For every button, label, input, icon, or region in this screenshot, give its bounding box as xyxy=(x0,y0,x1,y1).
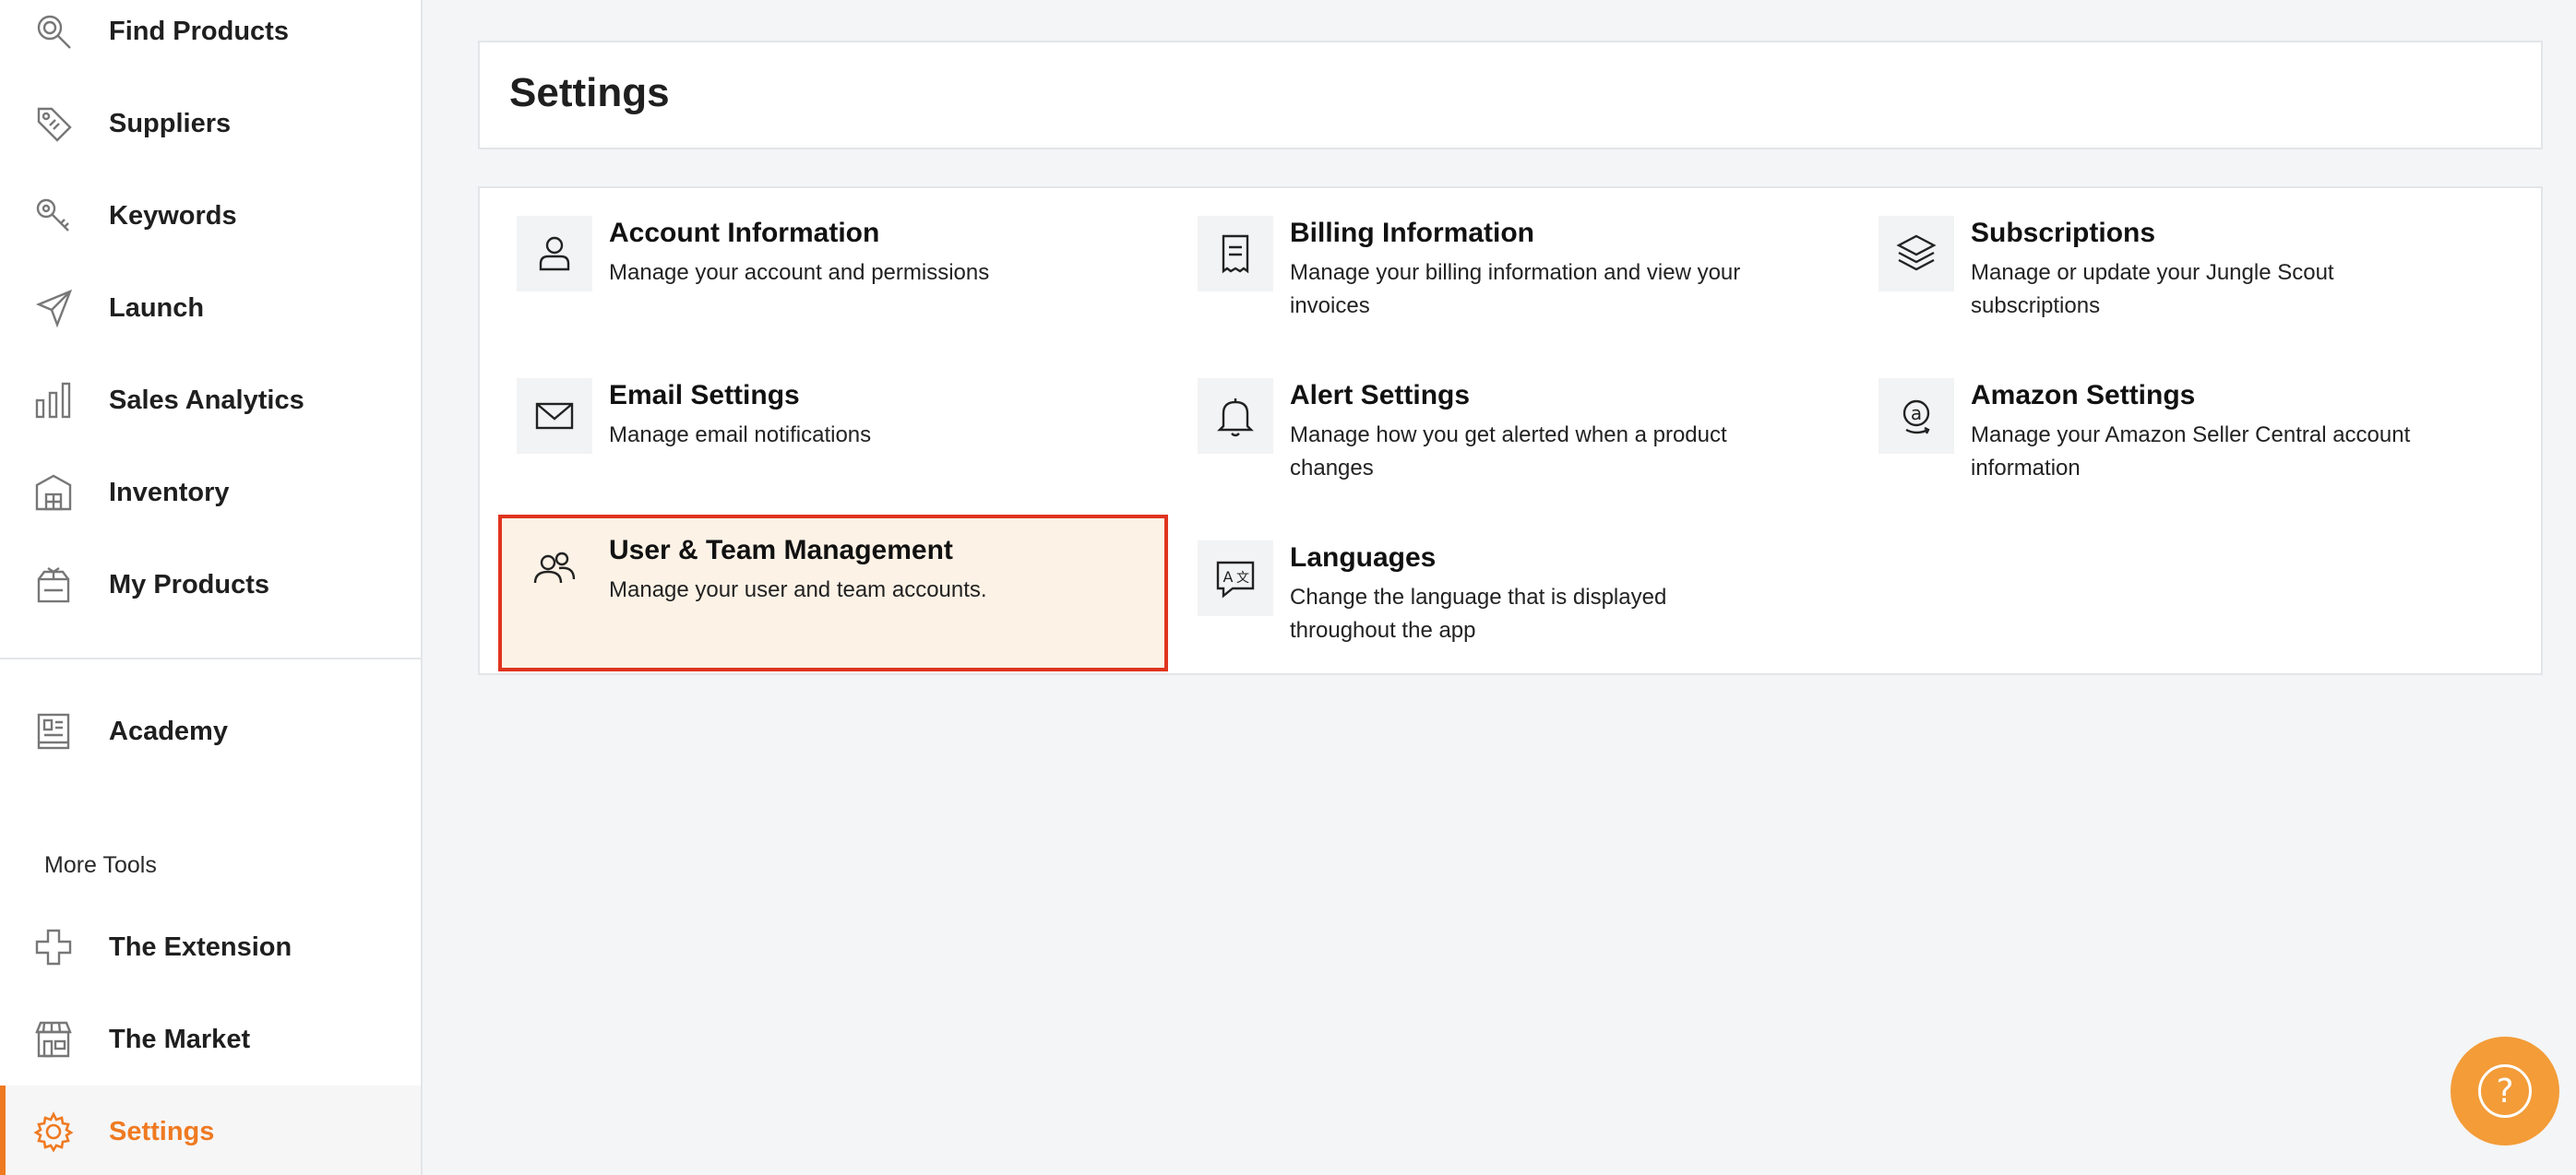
sidebar-item-find-products[interactable]: Find Products xyxy=(0,0,421,77)
setting-title: Billing Information xyxy=(1290,218,1534,248)
svg-text:A: A xyxy=(1223,568,1234,586)
question-icon: ? xyxy=(2478,1064,2532,1118)
sidebar-item-label: Sales Analytics xyxy=(109,385,304,415)
translate-icon: A文 xyxy=(1198,540,1273,616)
sidebar-item-label: Find Products xyxy=(109,16,289,46)
settings-grid: Account Information Manage your account … xyxy=(478,186,2543,675)
setting-amazon-settings[interactable]: a Amazon Settings Manage your Amazon Sel… xyxy=(1842,350,2487,489)
setting-title: Languages xyxy=(1290,542,1437,573)
sidebar-item-label: The Extension xyxy=(109,932,292,962)
storefront-icon xyxy=(31,1017,76,1062)
gear-icon xyxy=(31,1110,76,1154)
setting-subscriptions[interactable]: Subscriptions Manage or update your Jung… xyxy=(1842,188,2487,326)
sidebar-item-settings[interactable]: Settings xyxy=(0,1086,421,1175)
setting-alert-settings[interactable]: Alert Settings Manage how you get alerte… xyxy=(1161,350,1807,489)
users-icon xyxy=(517,531,592,607)
amazon-icon: a xyxy=(1878,378,1954,454)
tag-icon xyxy=(31,101,76,146)
box-icon xyxy=(31,563,76,607)
bar-chart-icon xyxy=(31,378,76,422)
sidebar-item-launch[interactable]: Launch xyxy=(0,262,421,354)
book-icon xyxy=(31,709,76,754)
sidebar-item-label: Keywords xyxy=(109,200,237,231)
setting-billing-information[interactable]: Billing Information Manage your billing … xyxy=(1161,188,1807,326)
svg-text:a: a xyxy=(1911,402,1922,424)
sidebar-item-sales-analytics[interactable]: Sales Analytics xyxy=(0,354,421,446)
setting-description: Manage your account and permissions xyxy=(609,260,990,285)
svg-text:文: 文 xyxy=(1236,571,1249,586)
setting-title: Alert Settings xyxy=(1290,380,1471,410)
setting-description: Manage email notifications xyxy=(609,422,872,447)
sidebar-item-label: Academy xyxy=(109,716,228,746)
setting-title: Amazon Settings xyxy=(1971,380,2196,410)
setting-languages[interactable]: A文 Languages Change the language that is… xyxy=(1161,513,1807,651)
setting-user-team-management[interactable]: User & Team Management Manage your user … xyxy=(498,515,1168,671)
sidebar-item-inventory[interactable]: Inventory xyxy=(0,446,421,539)
layers-icon xyxy=(1878,216,1954,291)
setting-title: User & Team Management xyxy=(609,535,953,565)
active-indicator xyxy=(0,1086,6,1175)
setting-description: Manage your billing information and view… xyxy=(1290,260,1741,318)
receipt-icon xyxy=(1198,216,1273,291)
page-header: Settings xyxy=(478,41,2543,149)
key-icon xyxy=(31,194,76,238)
sidebar-item-label: The Market xyxy=(109,1024,251,1054)
setting-title: Account Information xyxy=(609,218,880,248)
search-icon xyxy=(31,9,76,53)
sidebar-item-label: Inventory xyxy=(109,477,230,507)
setting-description: Manage your Amazon Seller Central accoun… xyxy=(1971,422,2411,481)
setting-email-settings[interactable]: Email Settings Manage email notification… xyxy=(480,350,1126,489)
help-button[interactable]: ? xyxy=(2451,1037,2559,1145)
puzzle-icon xyxy=(31,925,76,969)
sidebar-item-keywords[interactable]: Keywords xyxy=(0,170,421,262)
setting-title: Subscriptions xyxy=(1971,218,2156,248)
sidebar: Find Products Suppliers Keywords Launch … xyxy=(0,0,423,1175)
sidebar-item-the-market[interactable]: The Market xyxy=(0,993,421,1086)
setting-title: Email Settings xyxy=(609,380,800,410)
sidebar-item-academy[interactable]: Academy xyxy=(0,685,421,777)
setting-account-information[interactable]: Account Information Manage your account … xyxy=(480,188,1126,326)
bell-icon xyxy=(1198,378,1273,454)
paper-plane-icon xyxy=(31,286,76,330)
sidebar-item-label: Settings xyxy=(109,1116,215,1146)
sidebar-item-my-products[interactable]: My Products xyxy=(0,539,421,631)
sidebar-item-suppliers[interactable]: Suppliers xyxy=(0,77,421,170)
sidebar-item-the-extension[interactable]: The Extension xyxy=(0,901,421,993)
sidebar-item-label: Suppliers xyxy=(109,108,232,138)
sidebar-divider xyxy=(0,658,421,659)
setting-description: Manage your user and team accounts. xyxy=(609,577,987,602)
envelope-icon xyxy=(517,378,592,454)
page-title: Settings xyxy=(509,70,670,115)
setting-description: Manage how you get alerted when a produc… xyxy=(1290,422,1727,481)
more-tools-heading: More Tools xyxy=(44,852,157,878)
setting-description: Manage or update your Jungle Scout subsc… xyxy=(1971,260,2334,318)
sidebar-item-label: Launch xyxy=(109,292,205,323)
user-icon xyxy=(517,216,592,291)
setting-description: Change the language that is displayed th… xyxy=(1290,585,1667,643)
sidebar-item-label: My Products xyxy=(109,569,270,599)
warehouse-icon xyxy=(31,470,76,515)
